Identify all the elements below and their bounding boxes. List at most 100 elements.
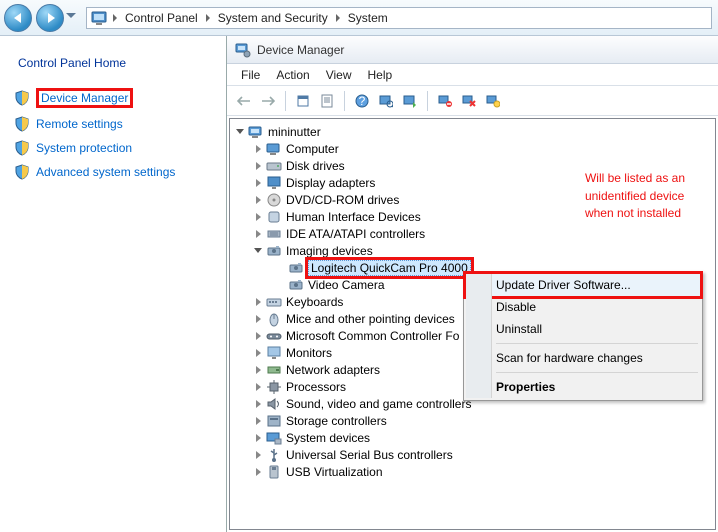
device-category-icon [288,277,304,293]
tree-node-label: Storage controllers [286,414,387,428]
explorer-nav-bar: Control Panel System and Security System [0,0,718,36]
tree-node-label: USB Virtualization [286,465,383,479]
breadcrumb-seg-3[interactable]: System [342,11,394,25]
ctx-properties[interactable]: Properties [466,376,700,398]
device-category-icon [288,260,304,276]
tree-node[interactable]: USB Virtualization [230,463,715,480]
tree-expander-icon[interactable] [252,398,264,410]
tree-expander-icon[interactable] [252,160,264,172]
link-label: Advanced system settings [36,165,175,179]
dm-title-bar[interactable]: Device Manager [227,36,718,64]
shield-icon [14,164,30,180]
menu-file[interactable]: File [233,66,268,84]
device-category-icon [266,158,282,174]
dm-device-tree[interactable]: mininutterComputerDisk drivesDisplay ada… [229,118,716,530]
tree-node[interactable]: Storage controllers [230,412,715,429]
tree-expander-icon[interactable] [252,381,264,393]
nav-history-dropdown-icon[interactable] [66,13,76,23]
device-category-icon [266,226,282,242]
toolbar-enable-button[interactable] [482,90,504,112]
tree-expander-icon[interactable] [252,466,264,478]
toolbar-show-hidden-button[interactable] [292,90,314,112]
tree-expander-icon[interactable] [252,313,264,325]
device-category-icon [248,124,264,140]
tree-expander-icon[interactable] [252,432,264,444]
device-category-icon [266,362,282,378]
tree-expander-icon[interactable] [252,194,264,206]
tree-expander-icon[interactable] [252,211,264,223]
toolbar-divider [285,91,286,111]
tree-node[interactable]: System devices [230,429,715,446]
tree-expander-icon[interactable] [234,126,246,138]
tree-expander-icon[interactable] [252,245,264,257]
menu-help[interactable]: Help [360,66,401,84]
toolbar-uninstall-button[interactable] [434,90,456,112]
tree-node[interactable]: mininutter [230,123,715,140]
breadcrumb-seg-2[interactable]: System and Security [212,11,334,25]
tree-expander-icon[interactable] [252,228,264,240]
tree-node-label: Network adapters [286,363,380,377]
tree-node-label: Display adapters [286,176,375,190]
ctx-scan-hardware[interactable]: Scan for hardware changes [466,347,700,369]
shield-icon [14,116,30,132]
control-panel-left-pane: Control Panel Home Device Manager Remote… [0,36,226,532]
device-category-icon [266,430,282,446]
toolbar-help-button[interactable]: ? [351,90,373,112]
tree-node-label: Processors [286,380,346,394]
menu-view[interactable]: View [318,66,360,84]
ctx-uninstall[interactable]: Uninstall [466,318,700,340]
tree-expander-icon[interactable] [252,415,264,427]
tree-expander-icon[interactable] [252,364,264,376]
tree-node-label: Monitors [286,346,332,360]
control-panel-home-link[interactable]: Control Panel Home [18,56,214,70]
device-category-icon [266,379,282,395]
link-system-protection[interactable]: System protection [10,136,216,160]
tree-node[interactable]: IDE ATA/ATAPI controllers [230,225,715,242]
back-button[interactable] [4,4,32,32]
tree-expander-icon[interactable] [252,330,264,342]
tree-node[interactable]: Computer [230,140,715,157]
link-label: Device Manager [36,88,133,108]
toolbar-divider [427,91,428,111]
ctx-update-driver[interactable]: Update Driver Software... [466,274,700,296]
device-category-icon [266,294,282,310]
breadcrumb: Control Panel System and Security System [111,11,394,25]
toolbar-scan-button[interactable] [375,90,397,112]
tree-node-label: IDE ATA/ATAPI controllers [286,227,425,241]
tree-node[interactable]: Imaging devices [230,242,715,259]
link-advanced-system-settings[interactable]: Advanced system settings [10,160,216,184]
tree-expander-icon[interactable] [252,177,264,189]
tree-expander-icon[interactable] [252,347,264,359]
device-manager-window: Device Manager File Action View Help ? [226,36,718,532]
tree-node-label: Computer [286,142,339,156]
dm-menu-bar: File Action View Help [227,64,718,86]
breadcrumb-seg-1[interactable]: Control Panel [119,11,204,25]
toolbar-divider [344,91,345,111]
address-bar[interactable]: Control Panel System and Security System [86,7,712,29]
menu-action[interactable]: Action [268,66,317,84]
link-device-manager[interactable]: Device Manager [10,84,216,112]
tree-expander-icon[interactable] [252,296,264,308]
device-category-icon [266,175,282,191]
device-category-icon [266,311,282,327]
dm-toolbar: ? [227,86,718,116]
toolbar-disable-button[interactable] [458,90,480,112]
tree-expander-icon[interactable] [252,143,264,155]
device-category-icon [266,345,282,361]
link-remote-settings[interactable]: Remote settings [10,112,216,136]
context-menu: Update Driver Software... Disable Uninst… [463,271,703,401]
device-category-icon [266,413,282,429]
toolbar-update-driver-button[interactable] [399,90,421,112]
link-label: System protection [36,141,132,155]
toolbar-back-button[interactable] [233,90,255,112]
device-category-icon [266,209,282,225]
chevron-right-icon [113,14,117,22]
ctx-disable[interactable]: Disable [466,296,700,318]
toolbar-forward-button[interactable] [257,90,279,112]
forward-button[interactable] [36,4,64,32]
tree-expander-icon[interactable] [252,449,264,461]
svg-text:?: ? [359,94,366,108]
tree-node[interactable]: Universal Serial Bus controllers [230,446,715,463]
toolbar-properties-button[interactable] [316,90,338,112]
shield-icon [14,90,30,106]
